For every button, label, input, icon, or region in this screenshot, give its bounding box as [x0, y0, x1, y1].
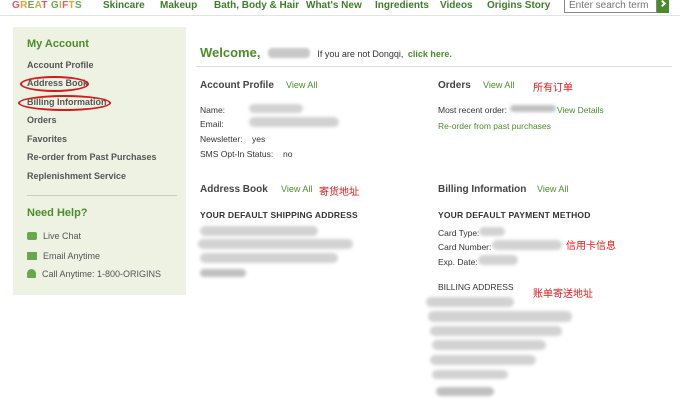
- redacted-bill-line-5: [430, 355, 536, 365]
- sidebar-item-orders[interactable]: Orders: [27, 115, 57, 125]
- redacted-ship-phone: [200, 269, 246, 277]
- profile-name-label: Name:: [200, 105, 226, 115]
- orders-annotation: 所有订单: [533, 83, 573, 94]
- call-anytime-row: Call Anytime: 1-800-ORIGINS: [27, 269, 161, 279]
- redacted-exp-date: [478, 255, 518, 265]
- search-input[interactable]: [564, 0, 657, 13]
- address-book-title: Address Book: [200, 184, 268, 195]
- most-recent-order-label: Most recent order:: [438, 105, 507, 115]
- welcome-line: Welcome, If you are not Dongqi, click he…: [200, 44, 452, 62]
- search-button[interactable]: [657, 0, 669, 13]
- nav-makeup[interactable]: Makeup: [160, 0, 197, 11]
- redacted-ship-line-1: [200, 226, 318, 236]
- redacted-card-number: [492, 240, 562, 250]
- profile-email-label: Email:: [200, 119, 224, 129]
- sidebar-item-billing-information[interactable]: Billing Information: [27, 97, 107, 107]
- orders-title: Orders: [438, 80, 471, 91]
- top-nav: GREAT GIFTS Skincare Makeup Bath, Body &…: [0, 0, 680, 16]
- billing-annotation: 账单寄送地址: [533, 289, 593, 300]
- exp-date-label: Exp. Date:: [438, 257, 478, 267]
- sidebar-item-address-book[interactable]: Address Book: [27, 78, 88, 88]
- redacted-bill-line-4: [432, 340, 546, 350]
- profile-newsletter-value: yes: [252, 134, 266, 144]
- redacted-profile-email: [249, 117, 339, 127]
- profile-newsletter-label: Newsletter:: [200, 134, 243, 144]
- redacted-bill-line-6: [432, 370, 508, 379]
- account-profile-view-all[interactable]: View All: [286, 80, 317, 90]
- redacted-order-number: [510, 105, 556, 112]
- welcome-prefix: Welcome,: [200, 45, 261, 60]
- account-profile-title: Account Profile: [200, 80, 274, 91]
- redacted-ship-line-3: [200, 253, 338, 263]
- live-chat-link[interactable]: Live Chat: [27, 231, 81, 241]
- orders-view-all[interactable]: View All: [483, 80, 514, 90]
- sidebar-item-favorites[interactable]: Favorites: [27, 134, 67, 144]
- view-details-link[interactable]: View Details: [557, 105, 604, 115]
- click-here-link[interactable]: click here.: [408, 49, 452, 59]
- redacted-card-type: [479, 227, 505, 236]
- nav-origins-story[interactable]: Origins Story: [487, 0, 550, 11]
- redacted-bill-line-2: [428, 311, 572, 322]
- address-annotation: 寄货地址: [319, 187, 359, 198]
- mail-icon: [27, 252, 37, 260]
- sidebar-item-reorder[interactable]: Re-order from Past Purchases: [27, 152, 157, 162]
- address-book-view-all[interactable]: View All: [281, 184, 312, 194]
- sidebar-item-replenishment[interactable]: Replenishment Service: [27, 171, 126, 181]
- call-anytime-label: Call Anytime: 1-800-ORIGINS: [42, 269, 162, 279]
- default-shipping-label: YOUR DEFAULT SHIPPING ADDRESS: [200, 210, 358, 220]
- redacted-bill-line-1: [426, 297, 514, 307]
- redacted-profile-name: [249, 104, 303, 113]
- need-help-heading: Need Help?: [27, 207, 88, 219]
- account-sidebar: My Account Account Profile Address Book …: [13, 27, 186, 295]
- email-anytime-label: Email Anytime: [43, 251, 101, 261]
- profile-sms-label: SMS Opt-In Status:: [200, 149, 274, 159]
- great-gifts-logo[interactable]: GREAT GIFTS: [12, 0, 82, 11]
- nav-bath-body-hair[interactable]: Bath, Body & Hair: [214, 0, 299, 11]
- my-account-heading: My Account: [27, 38, 89, 50]
- email-anytime-link[interactable]: Email Anytime: [27, 251, 100, 261]
- billing-info-view-all[interactable]: View All: [537, 184, 568, 194]
- card-number-label: Card Number:: [438, 242, 492, 252]
- redacted-bill-phone: [436, 387, 494, 396]
- chevron-right-icon: [658, 0, 667, 8]
- sidebar-divider: [27, 195, 177, 196]
- redacted-ship-line-2: [198, 239, 353, 249]
- billing-info-title: Billing Information: [438, 184, 527, 195]
- card-type-label: Card Type:: [438, 228, 480, 238]
- chat-icon: [27, 232, 37, 240]
- live-chat-label: Live Chat: [43, 231, 82, 241]
- sidebar-item-account-profile[interactable]: Account Profile: [27, 60, 94, 70]
- nav-skincare[interactable]: Skincare: [103, 0, 145, 11]
- profile-sms-value: no: [283, 149, 293, 159]
- nav-ingredients[interactable]: Ingredients: [375, 0, 429, 11]
- redacted-name: [267, 48, 310, 58]
- billing-address-label: BILLING ADDRESS: [438, 282, 514, 292]
- phone-icon: [27, 269, 36, 278]
- nav-whats-new[interactable]: What's New: [306, 0, 362, 11]
- default-payment-label: YOUR DEFAULT PAYMENT METHOD: [438, 210, 591, 220]
- card-annotation: 信用卡信息: [566, 241, 616, 252]
- nav-videos[interactable]: Videos: [440, 0, 473, 11]
- welcome-not-you: If you are not Dongqi,: [317, 49, 404, 59]
- reorder-past-purchases-link[interactable]: Re-order from past purchases: [438, 121, 551, 131]
- welcome-divider: [196, 66, 672, 67]
- redacted-bill-line-3: [430, 326, 562, 336]
